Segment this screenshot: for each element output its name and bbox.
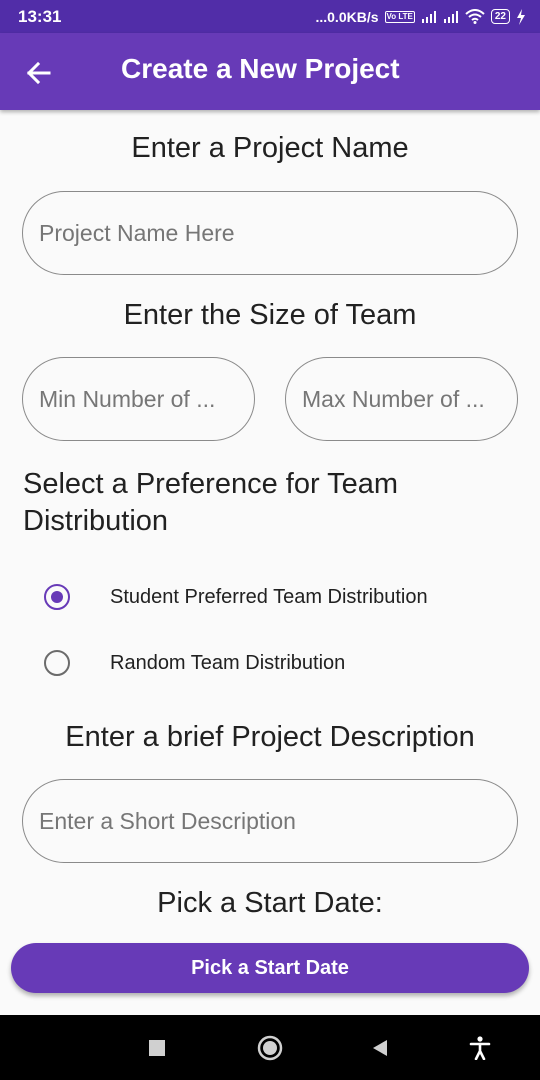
max-team-size-input[interactable]: Max Number of ... [285,357,518,441]
preference-heading: Select a Preference for Team Distributio… [23,468,399,537]
description-input[interactable]: Enter a Short Description [22,779,518,863]
description-heading: Enter a brief Project Description [65,721,475,753]
radio-label: Student Preferred Team Distribution [110,585,428,608]
recents-button[interactable] [142,1033,172,1063]
project-name-heading: Enter a Project Name [131,132,409,164]
description-placeholder: Enter a Short Description [39,807,296,834]
home-button[interactable] [255,1033,285,1063]
project-name-placeholder: Project Name Here [39,219,235,246]
pick-start-date-button[interactable]: Pick a Start Date [11,943,529,993]
charging-icon [517,8,525,25]
max-team-size-placeholder: Max Number of ... [302,385,485,412]
status-time: 13:31 [18,6,62,26]
back-button[interactable] [18,53,58,93]
system-nav-bar [0,1015,540,1080]
nav-back-button[interactable] [365,1033,395,1063]
accessibility-icon [469,1036,491,1060]
app-bar: Create a New Project [0,33,540,110]
min-team-size-placeholder: Min Number of ... [39,385,216,412]
radio-unchecked-icon[interactable] [44,650,70,676]
wifi-icon [465,9,485,24]
min-team-size-input[interactable]: Min Number of ... [22,357,255,441]
circle-home-icon [257,1035,283,1061]
accessibility-button[interactable] [465,1033,495,1063]
network-speed: ...0.0KB/s [315,8,379,25]
team-size-heading: Enter the Size of Team [123,299,417,331]
signal-icon-2 [443,10,458,23]
status-indicators: ...0.0KB/s Vo LTE 22 [315,8,526,25]
radio-label: Random Team Distribution [110,651,346,674]
radio-checked-icon[interactable] [44,584,70,610]
battery-icon: 22 [490,9,510,24]
radio-option-student-preferred[interactable]: Student Preferred Team Distribution [44,577,504,617]
status-bar: 13:31 ...0.0KB/s Vo LTE 22 [0,0,540,33]
project-name-input[interactable]: Project Name Here [22,191,518,275]
signal-icon [421,10,436,23]
radio-option-random[interactable]: Random Team Distribution [44,643,504,683]
arrow-back-icon [26,61,51,85]
triangle-back-icon [373,1040,387,1056]
square-recents-icon [149,1040,165,1056]
volte-badge: Vo LTE [384,10,415,23]
start-date-heading: Pick a Start Date: [157,887,383,919]
page-title: Create a New Project [121,53,400,84]
